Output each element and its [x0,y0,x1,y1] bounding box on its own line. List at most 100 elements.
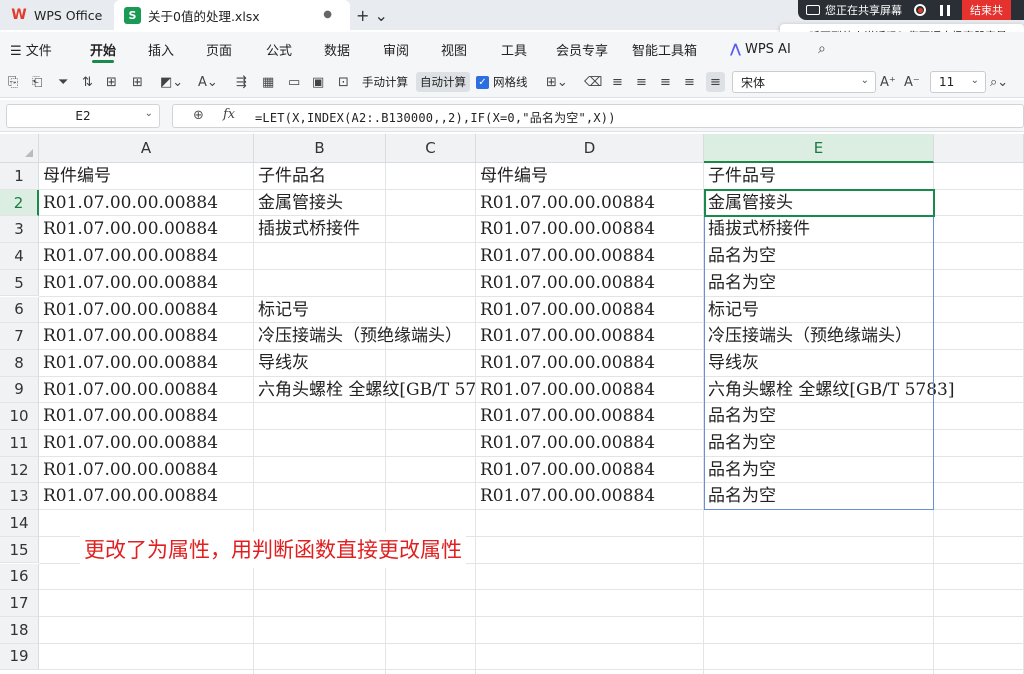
cell-d12[interactable]: R01.07.00.00.00884 [476,457,704,483]
filter-icon[interactable]: ⏷ [58,72,68,92]
more-tools-icon[interactable]: ⌕⌄ [990,72,1008,92]
cell-d8[interactable]: R01.07.00.00.00884 [476,350,704,376]
cell-d11[interactable]: R01.07.00.00.00884 [476,430,704,456]
tab-tools[interactable]: 工具 [501,32,527,66]
auto-calc-button[interactable]: 自动计算 [416,72,470,92]
formula-input[interactable]: ⊕ fx =LET(X,INDEX(A2:.B130000,,2),IF(X=0… [172,104,1024,128]
increase-font-icon[interactable]: A⁺ [880,72,896,92]
font-name-select[interactable]: 宋体 ⌄ [732,71,876,93]
unsaved-dot-icon[interactable]: ● [323,9,332,20]
cell-b2[interactable]: 金属管接头 [254,190,476,216]
tab-review[interactable]: 审阅 [383,32,409,66]
fill-color-icon[interactable]: ◩⌄ [160,72,183,92]
rows-cols-icon[interactable]: ▦ [262,72,274,92]
row-header-8[interactable]: 8 [0,349,39,377]
justify-icon[interactable]: ≡ [706,72,725,92]
column-header-e[interactable]: E [704,134,934,163]
sort-icon[interactable]: ⇅ [82,72,93,92]
tab-home[interactable]: 开始 [90,32,116,66]
search-icon[interactable]: ⌕ [818,32,826,66]
tab-formulas[interactable]: 公式 [266,32,292,66]
row-header-14[interactable]: 14 [0,510,39,537]
comment-icon[interactable]: ▭ [288,72,300,92]
file-tab[interactable]: S 关于0值的处理.xlsx ● [114,0,350,30]
tab-page[interactable]: 页面 [206,32,232,66]
name-box[interactable]: E2 ⌄ [6,104,160,128]
cell-a11[interactable]: R01.07.00.00.00884 [39,430,254,456]
spreadsheet-grid[interactable]: ABCDE 1 2 3 4 5 6 7 8 9 10 11 12 13 14 15 16 17 18 19 母件编号… [0,134,1024,674]
record-icon[interactable] [914,4,926,16]
cell-a8[interactable]: R01.07.00.00.00884 [39,350,254,376]
tab-smart-toolbox[interactable]: 智能工具箱 [632,32,697,66]
cell-e1[interactable]: 子件品号 [704,163,1024,189]
cell-a12[interactable]: R01.07.00.00.00884 [39,457,254,483]
calc-icon[interactable]: ⊡ [338,72,349,92]
tab-wps-ai[interactable]: ⋀ WPS AI [730,32,791,66]
row-header-5[interactable]: 5 [0,269,39,297]
cell-d7[interactable]: R01.07.00.00.00884 [476,323,704,349]
row-header-7[interactable]: 7 [0,323,39,350]
cell-d4[interactable]: R01.07.00.00.00884 [476,243,704,269]
cell-d1[interactable]: 母件编号 [476,163,704,189]
row-header-12[interactable]: 12 [0,456,39,484]
pause-icon[interactable] [940,4,950,16]
tab-insert[interactable]: 插入 [148,32,174,66]
manual-calc-button[interactable]: 手动计算 [362,72,408,92]
cell-d10[interactable]: R01.07.00.00.00884 [476,403,704,429]
row-header-15[interactable]: 15 [0,536,39,564]
cell-format-icon[interactable]: ▣ [312,72,324,92]
row-header-16[interactable]: 16 [0,563,39,591]
column-header-f[interactable] [934,134,1024,163]
cell-a10[interactable]: R01.07.00.00.00884 [39,403,254,429]
borders-icon[interactable]: ⊞ [132,72,143,92]
row-header-9[interactable]: 9 [0,376,39,404]
cell-a4[interactable]: R01.07.00.00.00884 [39,243,254,269]
row-header-6[interactable]: 6 [0,296,39,324]
cell-d5[interactable]: R01.07.00.00.00884 [476,270,704,296]
font-size-select[interactable]: 11 ⌄ [930,71,986,93]
font-color-icon[interactable]: A⌄ [198,72,218,92]
tab-view[interactable]: 视图 [441,32,467,66]
column-header-d[interactable]: D [476,134,704,163]
row-header-19[interactable]: 19 [0,643,39,671]
cell-b6[interactable]: 标记号 [254,297,476,323]
cell-d6[interactable]: R01.07.00.00.00884 [476,297,704,323]
cell-b3[interactable]: 插拔式桥接件 [254,216,476,242]
tab-data[interactable]: 数据 [324,32,350,66]
align-center-icon[interactable]: ≡ [660,72,671,92]
row-header-3[interactable]: 3 [0,216,39,244]
row-header-4[interactable]: 4 [0,243,39,270]
new-tab-button[interactable]: + ⌄ [352,0,392,30]
row-header-17[interactable]: 17 [0,590,39,617]
column-header-c[interactable]: C [386,134,476,163]
clear-format-icon[interactable]: ⌫ [584,72,602,92]
row-header-2[interactable]: 2 [0,189,39,217]
table-style-icon[interactable]: ⊞⌄ [546,72,568,92]
cell-a9[interactable]: R01.07.00.00.00884 [39,377,254,403]
align-right-icon[interactable]: ≡ [684,72,695,92]
row-header-1[interactable]: 1 [0,163,39,190]
cell-d9[interactable]: R01.07.00.00.00884 [476,377,704,403]
column-header-a[interactable]: A [39,134,254,163]
fx-icon[interactable]: fx [223,107,235,122]
cell-a3[interactable]: R01.07.00.00.00884 [39,216,254,242]
row-header-10[interactable]: 10 [0,403,39,430]
zoom-icon[interactable]: ⊕ [193,108,204,123]
file-menu-button[interactable]: ☰ 文件 [10,32,52,66]
cell-a1[interactable]: 母件编号 [39,163,254,189]
cell-a6[interactable]: R01.07.00.00.00884 [39,297,254,323]
freeze-icon[interactable]: ⊞ [106,72,117,92]
cell-b1[interactable]: 子件品名 [254,163,476,189]
cell-a7[interactable]: R01.07.00.00.00884 [39,323,254,349]
column-header-b[interactable]: B [254,134,386,163]
format-painter-icon[interactable]: ⎘ [8,72,18,92]
end-share-button[interactable]: 结束共 [962,0,1011,20]
gridlines-toggle[interactable]: ✓ 网格线 [476,72,528,92]
align-top-icon[interactable]: ≡ [612,72,623,92]
cell-d13[interactable]: R01.07.00.00.00884 [476,483,704,509]
cell-d3[interactable]: R01.07.00.00.00884 [476,216,704,242]
wps-office-tab[interactable]: W WPS Office [0,0,112,30]
align-left-icon[interactable]: ≡ [636,72,647,92]
row-header-18[interactable]: 18 [0,616,39,644]
decrease-font-icon[interactable]: A⁻ [904,72,920,92]
